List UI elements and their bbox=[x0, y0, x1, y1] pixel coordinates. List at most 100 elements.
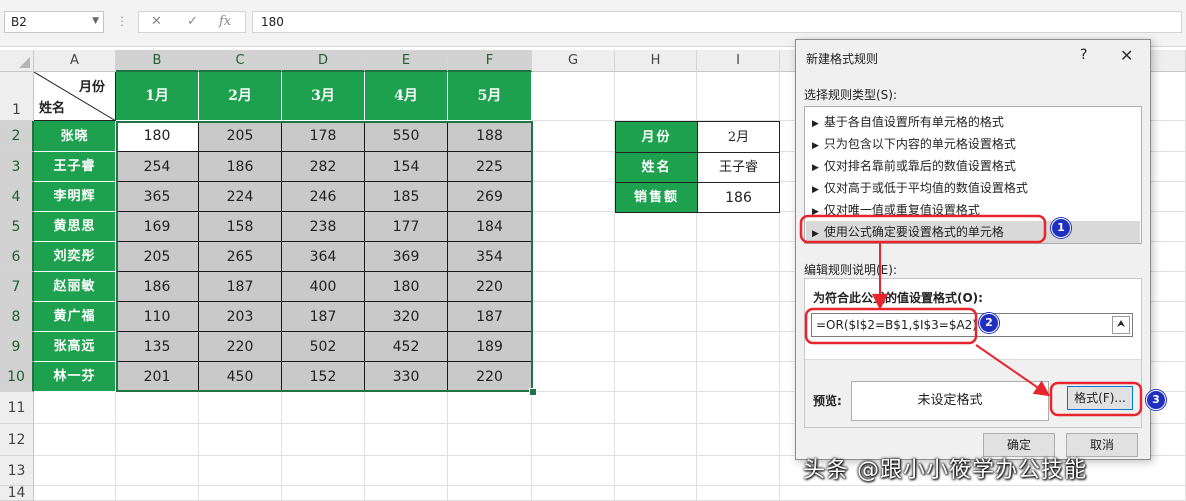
row-header-2[interactable]: 2 bbox=[0, 121, 34, 152]
grid-cell[interactable] bbox=[615, 332, 697, 362]
grid-cell[interactable] bbox=[34, 424, 116, 456]
rule-type-item[interactable]: ▶ 仅对唯一值或重复值设置格式 bbox=[806, 199, 1140, 221]
grid-cell[interactable] bbox=[697, 212, 780, 242]
grid-cell[interactable] bbox=[697, 424, 780, 456]
grid-cell[interactable] bbox=[448, 486, 532, 501]
name-cell[interactable]: 王子睿 bbox=[34, 152, 116, 182]
select-all-corner[interactable] bbox=[0, 50, 34, 72]
grid-cell[interactable] bbox=[532, 152, 615, 182]
month-header[interactable]: 2月 bbox=[199, 72, 282, 121]
lookup-value[interactable]: 2月 bbox=[697, 121, 780, 153]
grid-cell[interactable] bbox=[697, 362, 780, 392]
grid-cell[interactable] bbox=[532, 121, 615, 152]
grid-cell[interactable] bbox=[448, 456, 532, 486]
value-cell[interactable]: 224 bbox=[199, 182, 282, 212]
grid-cell[interactable] bbox=[34, 486, 116, 501]
month-header[interactable]: 3月 bbox=[282, 72, 365, 121]
lookup-value[interactable]: 186 bbox=[697, 182, 780, 213]
grid-cell[interactable] bbox=[365, 456, 448, 486]
active-cell[interactable]: 180 bbox=[116, 121, 199, 152]
value-cell[interactable]: 135 bbox=[116, 332, 199, 362]
grid-cell[interactable] bbox=[532, 72, 615, 121]
row-header-8[interactable]: 8 bbox=[0, 302, 34, 332]
month-header[interactable]: 4月 bbox=[365, 72, 448, 121]
value-cell[interactable]: 180 bbox=[365, 272, 448, 302]
row-header-1[interactable]: 1 bbox=[0, 72, 34, 121]
help-icon[interactable]: ? bbox=[1080, 47, 1087, 63]
row-header-6[interactable]: 6 bbox=[0, 242, 34, 272]
grid-cell[interactable] bbox=[532, 182, 615, 212]
value-cell[interactable]: 110 bbox=[116, 302, 199, 332]
value-cell[interactable]: 550 bbox=[365, 121, 448, 152]
row-header-10[interactable]: 10 bbox=[0, 362, 34, 392]
column-header-i[interactable]: I bbox=[697, 50, 780, 72]
value-cell[interactable]: 203 bbox=[199, 302, 282, 332]
value-cell[interactable]: 177 bbox=[365, 212, 448, 242]
column-header-f[interactable]: F bbox=[448, 50, 532, 72]
value-cell[interactable]: 269 bbox=[448, 182, 532, 212]
grid-cell[interactable] bbox=[199, 392, 282, 424]
grid-cell[interactable] bbox=[697, 456, 780, 486]
value-cell[interactable]: 205 bbox=[199, 121, 282, 152]
lookup-label[interactable]: 销售额 bbox=[615, 182, 698, 213]
grid-cell[interactable] bbox=[697, 332, 780, 362]
value-cell[interactable]: 187 bbox=[199, 272, 282, 302]
value-cell[interactable]: 154 bbox=[365, 152, 448, 182]
grid-cell[interactable] bbox=[615, 456, 697, 486]
grid-cell[interactable] bbox=[282, 456, 365, 486]
value-cell[interactable]: 354 bbox=[448, 242, 532, 272]
grid-cell[interactable] bbox=[615, 362, 697, 392]
grid-cell[interactable] bbox=[697, 486, 780, 501]
grid-cell[interactable] bbox=[282, 486, 365, 501]
grid-cell[interactable] bbox=[615, 242, 697, 272]
grid-cell[interactable] bbox=[365, 424, 448, 456]
grid-cell[interactable] bbox=[615, 302, 697, 332]
grid-cell[interactable] bbox=[615, 392, 697, 424]
value-cell[interactable]: 369 bbox=[365, 242, 448, 272]
column-header-c[interactable]: C bbox=[199, 50, 282, 72]
value-cell[interactable]: 254 bbox=[116, 152, 199, 182]
name-cell[interactable]: 张晓 bbox=[34, 121, 116, 152]
value-cell[interactable]: 246 bbox=[282, 182, 365, 212]
name-cell[interactable]: 赵丽敏 bbox=[34, 272, 116, 302]
close-icon[interactable]: ✕ bbox=[1120, 46, 1133, 65]
fx-icon[interactable]: fx bbox=[219, 14, 231, 29]
grid-cell[interactable] bbox=[697, 72, 780, 121]
formula-input[interactable]: 180 bbox=[252, 11, 1182, 33]
value-cell[interactable]: 282 bbox=[282, 152, 365, 182]
value-cell[interactable]: 158 bbox=[199, 212, 282, 242]
grid-cell[interactable] bbox=[615, 486, 697, 501]
value-cell[interactable]: 186 bbox=[116, 272, 199, 302]
value-cell[interactable]: 187 bbox=[282, 302, 365, 332]
value-cell[interactable]: 152 bbox=[282, 362, 365, 392]
value-cell[interactable]: 205 bbox=[116, 242, 199, 272]
value-cell[interactable]: 238 bbox=[282, 212, 365, 242]
value-cell[interactable]: 188 bbox=[448, 121, 532, 152]
column-header-b[interactable]: B bbox=[116, 50, 199, 72]
grid-cell[interactable] bbox=[448, 424, 532, 456]
grid-cell[interactable] bbox=[532, 424, 615, 456]
column-header-a[interactable]: A bbox=[34, 50, 116, 72]
grid-cell[interactable] bbox=[532, 212, 615, 242]
grid-cell[interactable] bbox=[34, 456, 116, 486]
grid-cell[interactable] bbox=[448, 392, 532, 424]
grid-cell[interactable] bbox=[532, 362, 615, 392]
lookup-label[interactable]: 姓名 bbox=[615, 152, 698, 183]
chevron-down-icon[interactable]: ▼ bbox=[92, 16, 99, 26]
grid-cell[interactable] bbox=[34, 392, 116, 424]
grid-cell[interactable] bbox=[532, 302, 615, 332]
grid-cell[interactable] bbox=[199, 424, 282, 456]
grid-cell[interactable] bbox=[199, 456, 282, 486]
value-cell[interactable]: 265 bbox=[199, 242, 282, 272]
grid-cell[interactable] bbox=[697, 242, 780, 272]
value-cell[interactable]: 400 bbox=[282, 272, 365, 302]
grid-cell[interactable] bbox=[697, 272, 780, 302]
grid-cell[interactable] bbox=[532, 456, 615, 486]
grid-cell[interactable] bbox=[532, 272, 615, 302]
value-cell[interactable]: 185 bbox=[365, 182, 448, 212]
value-cell[interactable]: 320 bbox=[365, 302, 448, 332]
rule-type-item[interactable]: ▶ 仅对排名靠前或靠后的数值设置格式 bbox=[806, 155, 1140, 177]
month-header[interactable]: 1月 bbox=[116, 72, 199, 121]
check-icon[interactable]: ✓ bbox=[187, 14, 198, 29]
value-cell[interactable]: 169 bbox=[116, 212, 199, 242]
